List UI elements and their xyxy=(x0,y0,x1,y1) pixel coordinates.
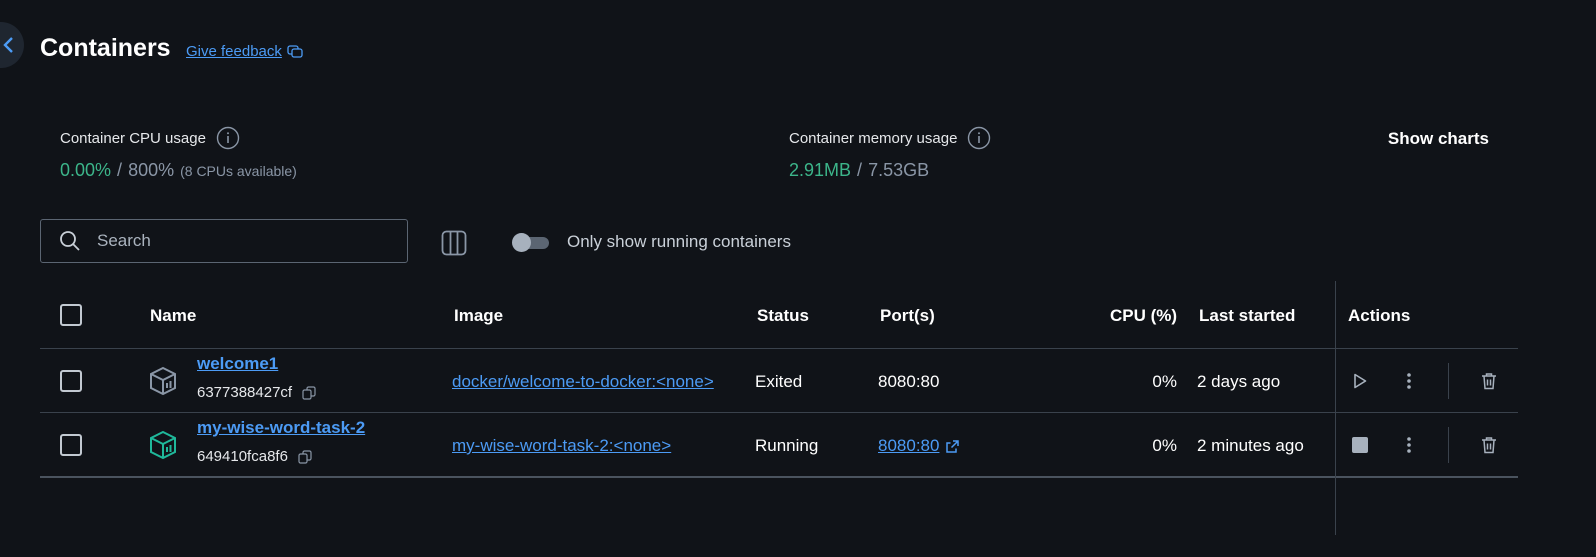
last-started-text: 2 minutes ago xyxy=(1197,436,1304,455)
start-button[interactable] xyxy=(1346,368,1374,394)
page-title: Containers xyxy=(40,34,171,62)
container-id: 649410fca8f6 xyxy=(197,448,312,465)
memory-separator: / xyxy=(857,160,863,180)
cpu-usage-label: Container CPU usage xyxy=(60,126,240,150)
row-checkbox[interactable] xyxy=(60,370,82,392)
memory-usage-label-text: Container memory usage xyxy=(789,129,958,147)
copy-icon[interactable] xyxy=(302,385,316,400)
container-running-icon xyxy=(150,430,176,460)
container-id: 6377388427cf xyxy=(197,384,316,401)
column-header-ports[interactable]: Port(s) xyxy=(880,306,935,326)
toggle-knob xyxy=(512,233,531,252)
memory-usage-value: 2.91MB / 7.53GB xyxy=(789,160,929,181)
search-box[interactable] xyxy=(40,219,408,263)
external-link-icon xyxy=(946,439,960,453)
last-started-text: 2 days ago xyxy=(1197,372,1281,391)
stop-button[interactable] xyxy=(1346,432,1374,458)
more-options-button[interactable] xyxy=(1396,368,1422,394)
container-name-link[interactable]: welcome1 xyxy=(197,354,278,374)
give-feedback-label: Give feedback xyxy=(186,43,282,60)
give-feedback-link[interactable]: Give feedback xyxy=(186,43,303,60)
image-link[interactable]: my-wise-word-task-2:<none> xyxy=(452,436,671,456)
status-text: Exited xyxy=(755,372,803,391)
play-icon xyxy=(1354,373,1367,389)
cpu-used: 0.00% xyxy=(60,160,112,180)
cpu-separator: / xyxy=(117,160,123,180)
memory-usage-label: Container memory usage xyxy=(789,126,991,150)
columns-icon xyxy=(441,230,467,256)
trash-icon xyxy=(1482,373,1496,390)
delete-button[interactable] xyxy=(1476,368,1502,394)
container-id-text: 649410fca8f6 xyxy=(197,448,288,465)
search-icon xyxy=(60,231,80,251)
ports-text: 8080:80 xyxy=(878,372,940,391)
table-row[interactable]: my-wise-word-task-2 649410fca8f6 my-wise… xyxy=(40,413,1518,476)
stop-icon xyxy=(1352,437,1368,453)
ports-link[interactable]: 8080:80 xyxy=(878,436,960,456)
info-icon[interactable] xyxy=(967,126,991,150)
column-header-name[interactable]: Name xyxy=(150,306,196,326)
trash-icon xyxy=(1482,437,1496,454)
cpu-usage-value: 0.00% / 800% (8 CPUs available) xyxy=(60,160,297,181)
table-row[interactable]: welcome1 6377388427cf docker/welcome-to-… xyxy=(40,349,1518,412)
cpu-percent: 0% xyxy=(1152,436,1177,455)
memory-used: 2.91MB xyxy=(789,160,852,180)
image-link[interactable]: docker/welcome-to-docker:<none> xyxy=(452,372,714,392)
columns-button[interactable] xyxy=(441,230,467,261)
back-button[interactable] xyxy=(0,22,24,68)
memory-total: 7.53GB xyxy=(868,160,930,180)
more-options-button[interactable] xyxy=(1396,432,1422,458)
select-all-checkbox[interactable] xyxy=(60,304,82,326)
info-icon[interactable] xyxy=(216,126,240,150)
show-charts-button[interactable]: Show charts xyxy=(1388,129,1489,149)
divider xyxy=(40,476,1518,478)
cpu-total: 800% xyxy=(128,160,175,180)
column-header-cpu[interactable]: CPU (%) xyxy=(1110,306,1177,326)
chevron-left-icon xyxy=(3,37,13,53)
cpu-note: (8 CPUs available) xyxy=(180,163,297,179)
container-name-link[interactable]: my-wise-word-task-2 xyxy=(197,418,365,438)
search-input[interactable] xyxy=(95,230,389,252)
column-header-status[interactable]: Status xyxy=(757,306,809,326)
container-id-text: 6377388427cf xyxy=(197,384,293,401)
cpu-percent: 0% xyxy=(1152,372,1177,391)
column-header-image[interactable]: Image xyxy=(454,306,503,326)
ports-link-text[interactable]: 8080:80 xyxy=(878,436,939,456)
running-only-toggle[interactable] xyxy=(512,233,549,252)
copy-icon[interactable] xyxy=(298,449,312,464)
delete-button[interactable] xyxy=(1476,432,1502,458)
feedback-icon xyxy=(287,44,303,58)
more-vertical-icon xyxy=(1407,437,1411,453)
status-text: Running xyxy=(755,436,819,455)
column-header-last-started[interactable]: Last started xyxy=(1199,306,1295,326)
column-header-actions: Actions xyxy=(1348,306,1411,325)
row-checkbox[interactable] xyxy=(60,434,82,456)
cpu-usage-label-text: Container CPU usage xyxy=(60,129,206,147)
action-separator xyxy=(1448,427,1449,463)
container-exited-icon xyxy=(150,366,176,396)
running-only-label: Only show running containers xyxy=(567,232,791,251)
more-vertical-icon xyxy=(1407,373,1411,389)
action-separator xyxy=(1448,363,1449,399)
